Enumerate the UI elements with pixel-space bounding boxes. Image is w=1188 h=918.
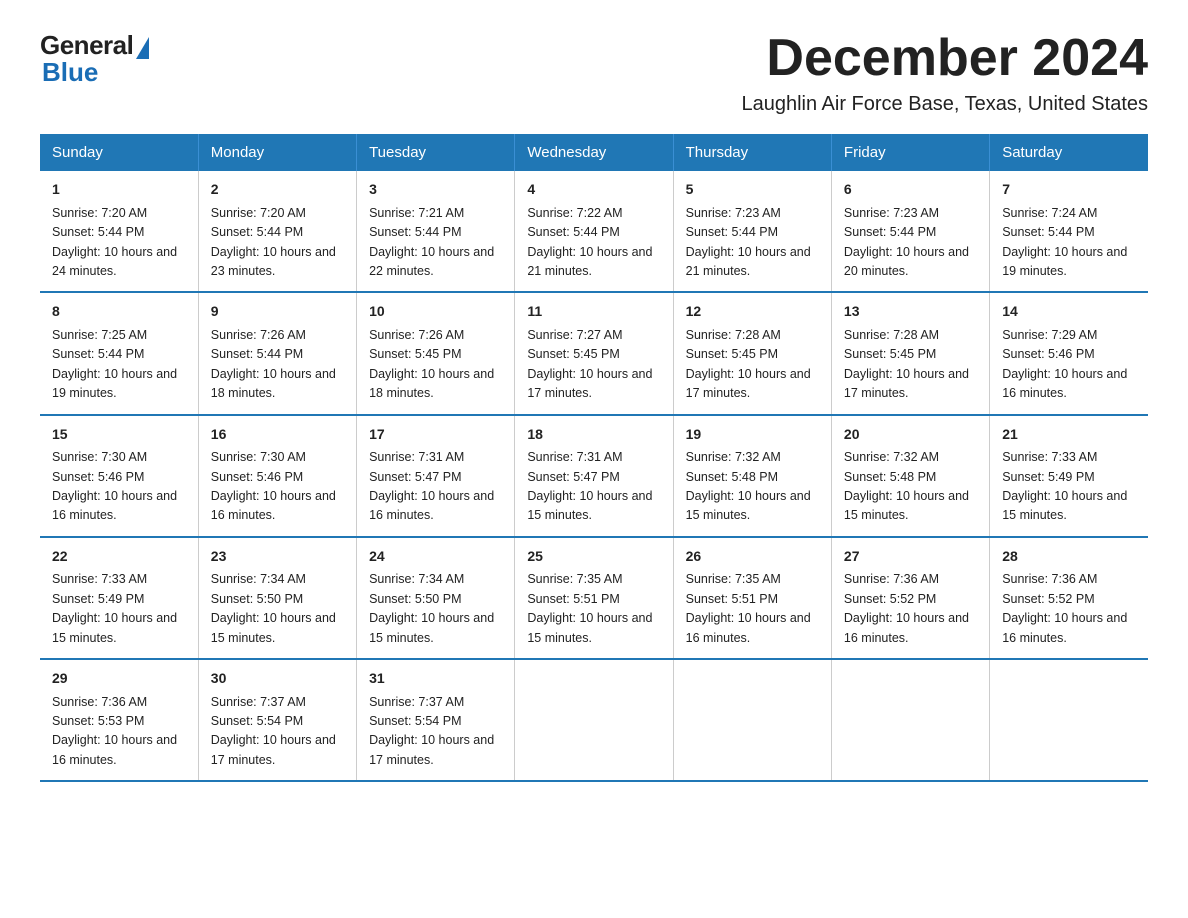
calendar-cell: 20Sunrise: 7:32 AMSunset: 5:48 PMDayligh…	[831, 415, 989, 537]
calendar-cell: 3Sunrise: 7:21 AMSunset: 5:44 PMDaylight…	[357, 171, 515, 292]
calendar-cell: 31Sunrise: 7:37 AMSunset: 5:54 PMDayligh…	[357, 659, 515, 781]
day-number: 1	[52, 179, 188, 201]
calendar-cell: 8Sunrise: 7:25 AMSunset: 5:44 PMDaylight…	[40, 292, 198, 414]
header-monday: Monday	[198, 134, 356, 171]
day-number: 26	[686, 546, 821, 568]
days-of-week-row: Sunday Monday Tuesday Wednesday Thursday…	[40, 134, 1148, 171]
day-number: 4	[527, 179, 662, 201]
calendar-cell: 6Sunrise: 7:23 AMSunset: 5:44 PMDaylight…	[831, 171, 989, 292]
calendar-cell: 5Sunrise: 7:23 AMSunset: 5:44 PMDaylight…	[673, 171, 831, 292]
day-number: 30	[211, 668, 346, 690]
day-number: 19	[686, 424, 821, 446]
logo-blue-text: Blue	[40, 57, 98, 88]
calendar-cell: 24Sunrise: 7:34 AMSunset: 5:50 PMDayligh…	[357, 537, 515, 659]
day-number: 11	[527, 301, 662, 323]
day-number: 15	[52, 424, 188, 446]
day-number: 31	[369, 668, 504, 690]
header-wednesday: Wednesday	[515, 134, 673, 171]
header-saturday: Saturday	[990, 134, 1148, 171]
calendar-body: 1Sunrise: 7:20 AMSunset: 5:44 PMDaylight…	[40, 171, 1148, 781]
calendar-cell: 30Sunrise: 7:37 AMSunset: 5:54 PMDayligh…	[198, 659, 356, 781]
calendar-week-row: 15Sunrise: 7:30 AMSunset: 5:46 PMDayligh…	[40, 415, 1148, 537]
day-number: 14	[1002, 301, 1138, 323]
calendar-week-row: 1Sunrise: 7:20 AMSunset: 5:44 PMDaylight…	[40, 171, 1148, 292]
calendar-cell: 17Sunrise: 7:31 AMSunset: 5:47 PMDayligh…	[357, 415, 515, 537]
calendar-cell: 1Sunrise: 7:20 AMSunset: 5:44 PMDaylight…	[40, 171, 198, 292]
calendar-week-row: 22Sunrise: 7:33 AMSunset: 5:49 PMDayligh…	[40, 537, 1148, 659]
calendar-cell	[990, 659, 1148, 781]
day-number: 25	[527, 546, 662, 568]
day-number: 16	[211, 424, 346, 446]
day-number: 18	[527, 424, 662, 446]
day-number: 10	[369, 301, 504, 323]
calendar-cell: 16Sunrise: 7:30 AMSunset: 5:46 PMDayligh…	[198, 415, 356, 537]
calendar-cell	[831, 659, 989, 781]
calendar-table: Sunday Monday Tuesday Wednesday Thursday…	[40, 134, 1148, 782]
day-number: 6	[844, 179, 979, 201]
calendar-cell: 19Sunrise: 7:32 AMSunset: 5:48 PMDayligh…	[673, 415, 831, 537]
header-thursday: Thursday	[673, 134, 831, 171]
day-number: 17	[369, 424, 504, 446]
day-number: 27	[844, 546, 979, 568]
day-number: 24	[369, 546, 504, 568]
day-number: 2	[211, 179, 346, 201]
calendar-cell: 7Sunrise: 7:24 AMSunset: 5:44 PMDaylight…	[990, 171, 1148, 292]
logo-triangle-icon	[136, 37, 149, 59]
calendar-cell	[515, 659, 673, 781]
day-number: 13	[844, 301, 979, 323]
calendar-cell: 25Sunrise: 7:35 AMSunset: 5:51 PMDayligh…	[515, 537, 673, 659]
calendar-cell: 14Sunrise: 7:29 AMSunset: 5:46 PMDayligh…	[990, 292, 1148, 414]
logo: General Blue	[40, 30, 149, 88]
calendar-cell: 21Sunrise: 7:33 AMSunset: 5:49 PMDayligh…	[990, 415, 1148, 537]
calendar-week-row: 8Sunrise: 7:25 AMSunset: 5:44 PMDaylight…	[40, 292, 1148, 414]
calendar-cell: 2Sunrise: 7:20 AMSunset: 5:44 PMDaylight…	[198, 171, 356, 292]
calendar-cell	[673, 659, 831, 781]
calendar-cell: 27Sunrise: 7:36 AMSunset: 5:52 PMDayligh…	[831, 537, 989, 659]
calendar-cell: 15Sunrise: 7:30 AMSunset: 5:46 PMDayligh…	[40, 415, 198, 537]
day-number: 8	[52, 301, 188, 323]
location-title: Laughlin Air Force Base, Texas, United S…	[741, 93, 1148, 116]
calendar-cell: 18Sunrise: 7:31 AMSunset: 5:47 PMDayligh…	[515, 415, 673, 537]
day-number: 21	[1002, 424, 1138, 446]
calendar-cell: 26Sunrise: 7:35 AMSunset: 5:51 PMDayligh…	[673, 537, 831, 659]
month-title: December 2024	[741, 30, 1148, 87]
day-number: 22	[52, 546, 188, 568]
calendar-cell: 22Sunrise: 7:33 AMSunset: 5:49 PMDayligh…	[40, 537, 198, 659]
day-number: 7	[1002, 179, 1138, 201]
day-number: 29	[52, 668, 188, 690]
day-number: 20	[844, 424, 979, 446]
calendar-cell: 10Sunrise: 7:26 AMSunset: 5:45 PMDayligh…	[357, 292, 515, 414]
calendar-cell: 9Sunrise: 7:26 AMSunset: 5:44 PMDaylight…	[198, 292, 356, 414]
calendar-cell: 12Sunrise: 7:28 AMSunset: 5:45 PMDayligh…	[673, 292, 831, 414]
calendar-cell: 28Sunrise: 7:36 AMSunset: 5:52 PMDayligh…	[990, 537, 1148, 659]
calendar-cell: 4Sunrise: 7:22 AMSunset: 5:44 PMDaylight…	[515, 171, 673, 292]
header-tuesday: Tuesday	[357, 134, 515, 171]
day-number: 9	[211, 301, 346, 323]
header-friday: Friday	[831, 134, 989, 171]
calendar-cell: 13Sunrise: 7:28 AMSunset: 5:45 PMDayligh…	[831, 292, 989, 414]
calendar-cell: 29Sunrise: 7:36 AMSunset: 5:53 PMDayligh…	[40, 659, 198, 781]
day-number: 28	[1002, 546, 1138, 568]
title-block: December 2024 Laughlin Air Force Base, T…	[741, 30, 1148, 116]
day-number: 23	[211, 546, 346, 568]
page-header: General Blue December 2024 Laughlin Air …	[40, 30, 1148, 116]
calendar-week-row: 29Sunrise: 7:36 AMSunset: 5:53 PMDayligh…	[40, 659, 1148, 781]
calendar-cell: 11Sunrise: 7:27 AMSunset: 5:45 PMDayligh…	[515, 292, 673, 414]
day-number: 3	[369, 179, 504, 201]
day-number: 12	[686, 301, 821, 323]
day-number: 5	[686, 179, 821, 201]
calendar-cell: 23Sunrise: 7:34 AMSunset: 5:50 PMDayligh…	[198, 537, 356, 659]
calendar-header: Sunday Monday Tuesday Wednesday Thursday…	[40, 134, 1148, 171]
header-sunday: Sunday	[40, 134, 198, 171]
